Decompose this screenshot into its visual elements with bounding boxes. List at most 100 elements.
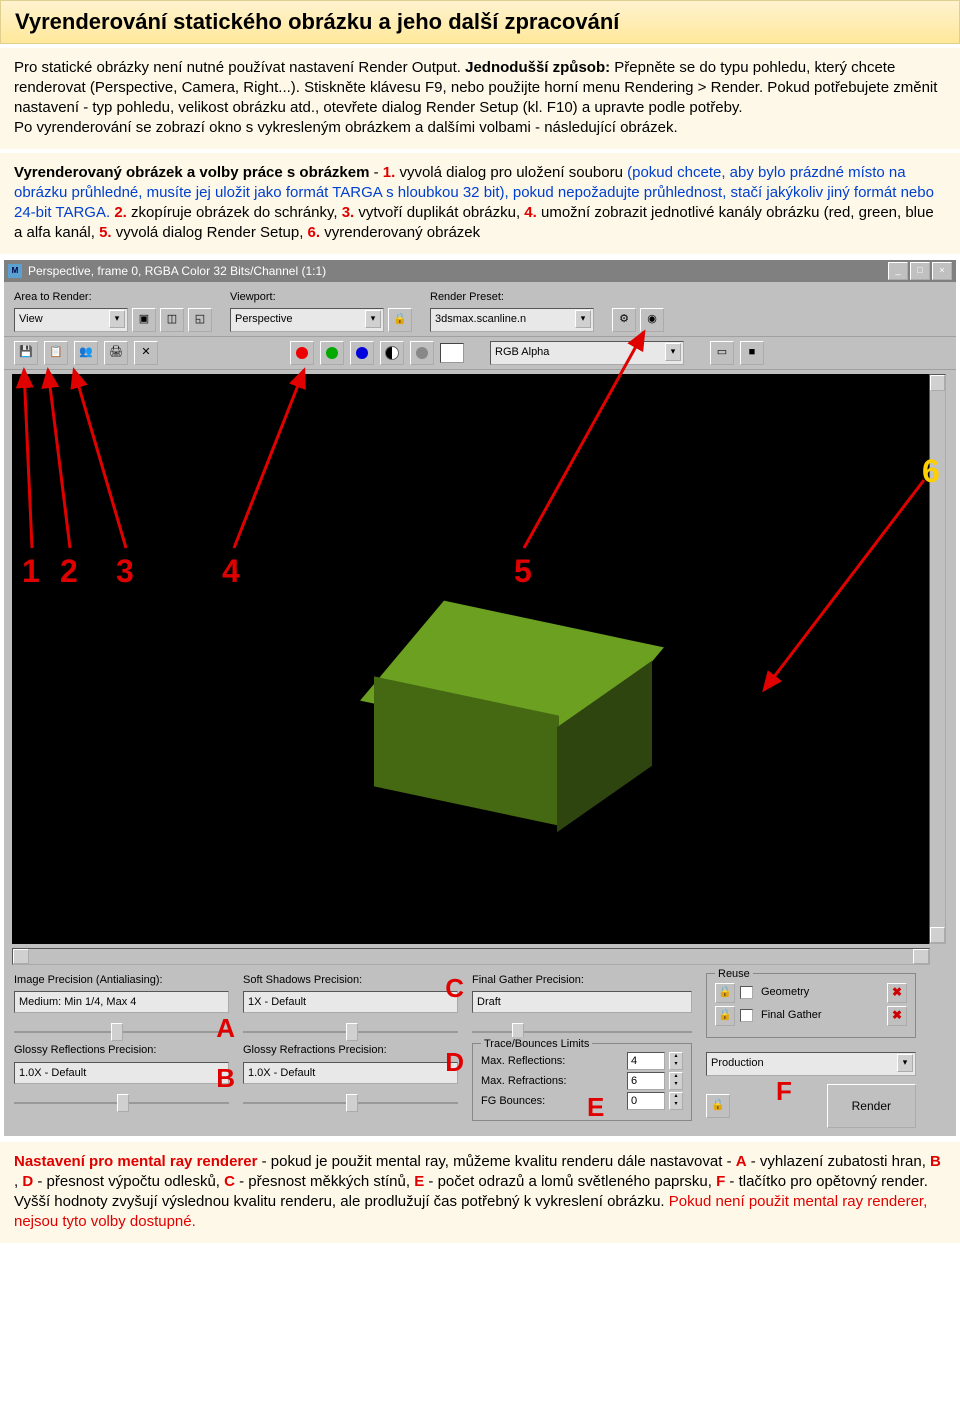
text: Nastavení pro mental ray renderer — [14, 1153, 257, 1170]
text: - pokud je použit mental ray, můžeme kva… — [262, 1153, 736, 1170]
second-toolbar: 💾 📋 👥 🖨 ✕ RGB Alpha ▭ ■ — [4, 336, 956, 370]
page-title: Vyrenderování statického obrázku a jeho … — [15, 7, 945, 37]
text: - přesnost výpočtu odlesků, — [37, 1173, 224, 1190]
spinner[interactable]: ▴▾ — [669, 1072, 683, 1090]
annot-F: F — [776, 1074, 792, 1109]
window-title: Perspective, frame 0, RGBA Color 32 Bits… — [28, 263, 326, 279]
color-swatch[interactable] — [440, 343, 464, 363]
img-prec-label: Image Precision (Antialiasing): — [14, 973, 229, 988]
soft-sh-slider[interactable] — [243, 1017, 458, 1039]
crop-icon[interactable]: ◫ — [160, 308, 184, 332]
fg-slider[interactable] — [472, 1017, 692, 1039]
geometry-checkbox[interactable] — [740, 986, 753, 999]
clear-geometry-icon[interactable]: ✖ — [887, 983, 907, 1003]
text: vytvoří duplikát obrázku, — [358, 204, 524, 221]
gloss-refl-label: Glossy Reflections Precision: — [14, 1043, 229, 1058]
text: - přesnost měkkých stínů, — [239, 1173, 414, 1190]
fg-value: Draft — [472, 991, 692, 1013]
reuse-fg-label: Final Gather — [761, 1008, 822, 1023]
top-toolbar: Area to Render: View ▣ ◫ ◱ Viewport: Per… — [4, 282, 956, 336]
annot-A: A — [216, 1011, 235, 1046]
overlay-3: 3 — [116, 550, 134, 593]
lock-viewport-icon[interactable]: 🔒 — [388, 308, 412, 332]
gloss-refr-label: Glossy Refractions Precision: — [243, 1043, 458, 1058]
img-prec-value: Medium: Min 1/4, Max 4 — [14, 991, 229, 1013]
render-window: M Perspective, frame 0, RGBA Color 32 Bi… — [4, 260, 956, 1136]
overlay-5: 5 — [514, 550, 532, 593]
reuse-group: Reuse 🔒 Geometry ✖ 🔒 Final Gather ✖ — [706, 973, 916, 1038]
reuse-geom-label: Geometry — [761, 985, 809, 1000]
lock-render-icon[interactable]: 🔒 — [706, 1094, 730, 1118]
text: - — [374, 164, 383, 181]
text: Pro statické obrázky není nutné používat… — [14, 59, 465, 76]
maximize-button[interactable]: □ — [910, 262, 930, 280]
blue-channel-icon[interactable] — [350, 341, 374, 365]
soft-sh-label: Soft Shadows Precision: — [243, 973, 458, 988]
annot-C: C — [445, 971, 464, 1006]
rendered-cube — [362, 624, 622, 824]
spinner[interactable]: ▴▾ — [669, 1052, 683, 1070]
render-setup-icon[interactable]: ⚙ — [612, 308, 636, 332]
autoregion-icon[interactable]: ◱ — [188, 308, 212, 332]
trace-group: Trace/Bounces Limits Max. Reflections: ▴… — [472, 1043, 692, 1121]
annot-E: E — [587, 1090, 604, 1125]
preset-select[interactable]: 3dsmax.scanline.n — [430, 308, 594, 332]
callout-6: 6. — [308, 224, 321, 241]
max-refl-label: Max. Reflections: — [481, 1054, 565, 1069]
lock-icon[interactable]: 🔒 — [715, 1006, 735, 1026]
save-icon[interactable]: 💾 — [14, 341, 38, 365]
fg-label: Final Gather Precision: — [472, 973, 692, 988]
clear-fg-icon[interactable]: ✖ — [887, 1006, 907, 1026]
region-icon[interactable]: ▣ — [132, 308, 156, 332]
spinner[interactable]: ▴▾ — [669, 1092, 683, 1110]
page-header: Vyrenderování statického obrázku a jeho … — [0, 0, 960, 44]
area-select[interactable]: View — [14, 308, 128, 332]
text: A — [736, 1153, 747, 1170]
lock-icon[interactable]: 🔒 — [715, 983, 735, 1003]
fg-checkbox[interactable] — [740, 1009, 753, 1022]
max-refr-input[interactable] — [627, 1072, 665, 1090]
callout-4: 4. — [524, 204, 537, 221]
gloss-refl-value: 1.0X - Default — [14, 1062, 229, 1084]
text: C — [224, 1173, 235, 1190]
red-channel-icon[interactable] — [290, 341, 314, 365]
green-channel-icon[interactable] — [320, 341, 344, 365]
callout-2: 2. — [114, 204, 127, 221]
trace-title: Trace/Bounces Limits — [481, 1037, 592, 1052]
overlay-4: 4 — [222, 550, 240, 593]
text: - počet odrazů a lomů světleného paprsku… — [428, 1173, 716, 1190]
text: vyvolá dialog Render Setup, — [116, 224, 308, 241]
minimize-button[interactable]: _ — [888, 262, 908, 280]
img-prec-slider[interactable] — [14, 1017, 229, 1039]
gloss-refl-slider[interactable] — [14, 1088, 229, 1110]
viewport-select[interactable]: Perspective — [230, 308, 384, 332]
text: vyrenderovaný obrázek — [324, 224, 480, 241]
gloss-refr-slider[interactable] — [243, 1088, 458, 1110]
viewport-label: Viewport: — [230, 290, 412, 305]
text: Po vyrenderování se zobrazí okno s vykre… — [14, 119, 678, 136]
delete-icon[interactable]: ✕ — [134, 341, 158, 365]
overlay-2: 2 — [60, 550, 78, 593]
text-bold: Jednodušší způsob: — [465, 59, 610, 76]
mono-channel-icon[interactable] — [410, 341, 434, 365]
fg-bounces-input[interactable] — [627, 1092, 665, 1110]
render-button[interactable]: Render — [827, 1084, 916, 1128]
production-select[interactable]: Production — [706, 1052, 916, 1076]
environment-icon[interactable]: ◉ — [640, 308, 664, 332]
toggle-overlay-icon[interactable]: ▭ — [710, 341, 734, 365]
channel-select[interactable]: RGB Alpha — [490, 341, 684, 365]
print-icon[interactable]: 🖨 — [104, 341, 128, 365]
rendered-viewport — [12, 374, 930, 944]
footer-text: Nastavení pro mental ray renderer - poku… — [0, 1142, 960, 1243]
annot-B: B — [216, 1061, 235, 1096]
alpha-channel-icon[interactable] — [380, 341, 404, 365]
app-icon: M — [8, 264, 22, 278]
overlay-1: 1 — [22, 550, 40, 593]
copy-icon[interactable]: 📋 — [44, 341, 68, 365]
close-button[interactable]: × — [932, 262, 952, 280]
max-refl-input[interactable] — [627, 1052, 665, 1070]
fg-bounces-label: FG Bounces: — [481, 1094, 545, 1109]
scrollbar-horizontal[interactable] — [12, 948, 930, 965]
toggle-ui-icon[interactable]: ■ — [740, 341, 764, 365]
clone-icon[interactable]: 👥 — [74, 341, 98, 365]
